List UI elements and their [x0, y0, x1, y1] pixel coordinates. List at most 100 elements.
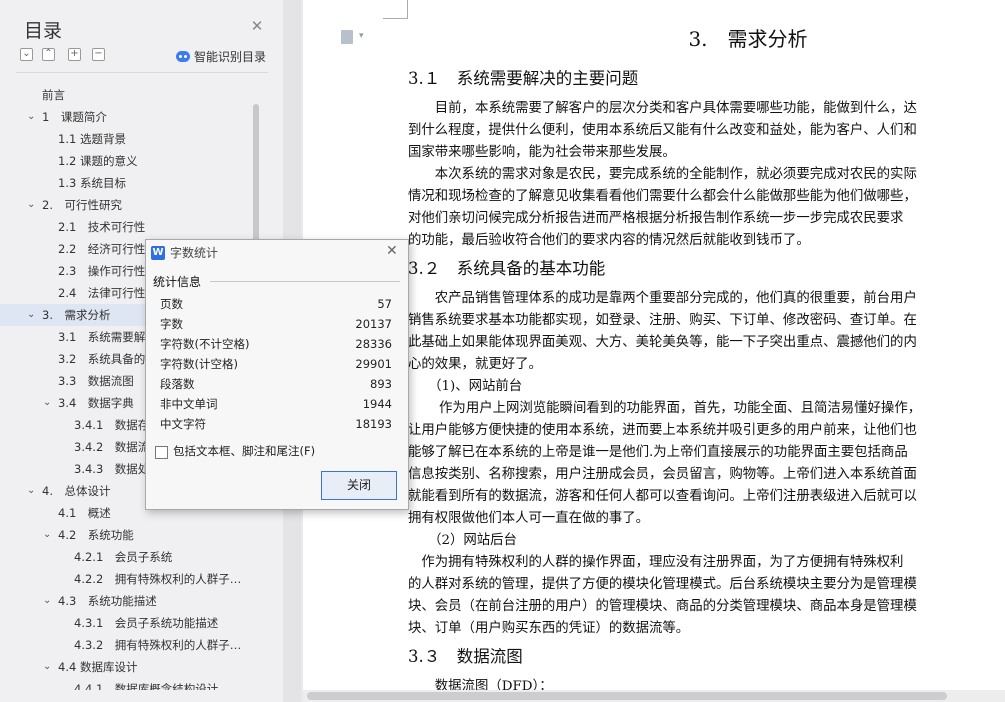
toc-item[interactable]: ⌄ 2. 可行性研究 [0, 194, 262, 216]
paragraph-line: 信息按类别、名称搜索，用户注册成会员，会员留言，购物等。上帝们进入本系统首面 [408, 467, 917, 482]
ai-icon [176, 51, 190, 62]
stat-label: 中文字符 [160, 417, 206, 431]
smart-recognize-label: 智能识别目录 [194, 50, 267, 64]
paragraph-line: 到什么程度，提供什么便利，使用本系统后又能有什么改变和益处，能为客户、人们和 [408, 123, 917, 138]
paragraph-line: 作为拥有特殊权利的人群的操作界面，理应没有注册界面，为了方便拥有特殊权利 [408, 555, 904, 570]
toc-item[interactable]: 2.1 技术可行性 [0, 216, 262, 238]
stat-value: 57 [377, 297, 392, 311]
toc-item-label: 前言 [42, 88, 65, 102]
toc-item-label: 2.4 法律可行性 [58, 286, 146, 300]
divider [210, 281, 400, 282]
toc-item[interactable]: ⌄ 4.2 系统功能 [0, 524, 262, 546]
paragraph-line: 拥有权限做他们本人可一直在做的事了。 [408, 511, 650, 526]
minus-icon: − [94, 48, 103, 59]
stat-value: 29901 [355, 357, 392, 371]
divider [16, 72, 268, 73]
paragraph-line: 本次系统的需求对象是农民，要完成系统的全能制作，就必须要完成对农民的实际 [408, 167, 917, 182]
toc-item-label: 1 课题简介 [42, 110, 107, 124]
toc-item-label: 3. 需求分析 [42, 308, 111, 322]
toc-item-label: 4.3 系统功能描述 [58, 594, 157, 608]
toc-item[interactable]: 4.2.1 会员子系统 [0, 546, 262, 568]
toc-item-label: 3.4.2 数据流 [74, 440, 150, 454]
toc-item-label: 3.3 数据流图 [58, 374, 134, 388]
paragraph-line: 让用户能够方便快捷的使用本系统，进而要上本系统并吸引更多的用户前来，让他们也 [408, 423, 917, 438]
paragraph-line: 销售系统要求基本功能都实现，如登录、注册、购买、下订单、修改密码、查订单。在 [408, 313, 917, 328]
toc-item[interactable]: ⌄ 4.3 系统功能描述 [0, 590, 262, 612]
stat-value: 893 [370, 377, 392, 391]
smart-recognize-toc-button[interactable]: 智能识别目录 [176, 48, 266, 65]
include-textbox-label[interactable]: 包括文本框、脚注和尾注(F) [173, 443, 315, 459]
add-heading-button[interactable]: + [68, 48, 81, 61]
word-count-dialog: W 字数统计 ✕ 统计信息 页数 57 字数 20137 字符数(不计空格) 28336 字… [145, 239, 409, 510]
stat-row: 页数 57 [160, 294, 392, 314]
paragraph-line: （2）网站后台 [408, 533, 517, 548]
paragraph-line: 块、会员（在前台注册的用户）的管理模块、商品的分类管理模块、商品本身是管理模 [408, 599, 917, 614]
paragraph-line: 此基础上如果能体现界面美观、大方、美轮美奂等，能一下子突出重点、震撼他们的内 [408, 335, 917, 350]
toc-item-label: 4. 总体设计 [42, 484, 111, 498]
horizontal-scrollbar[interactable] [303, 690, 1005, 702]
stat-value: 20137 [355, 317, 392, 331]
toc-item-label: 4.4 数据库设计 [58, 660, 138, 674]
stat-label: 非中文单词 [160, 397, 218, 411]
group-label: 统计信息 [153, 275, 202, 289]
chevron-down-icon[interactable]: ⌄ [27, 194, 37, 216]
expand-all-button[interactable]: ⌃ [42, 48, 55, 61]
stat-row: 段落数 893 [160, 374, 392, 394]
toc-item[interactable]: ⌄ 1 课题简介 [0, 106, 262, 128]
stat-row: 非中文单词 1944 [160, 394, 392, 414]
document-icon[interactable] [341, 30, 353, 44]
paragraph-line: 心的效果，就更好了。 [408, 357, 542, 372]
chevron-down-icon[interactable]: ⌄ [43, 590, 53, 612]
toc-item[interactable]: 1.2 课题的意义 [0, 150, 262, 172]
chevron-down-icon[interactable]: ⌄ [43, 656, 53, 678]
toc-item[interactable]: 4.3.2 拥有特殊权利的人群子… [0, 634, 262, 656]
section-heading: 3.３ 数据流图 [408, 647, 523, 666]
scrollbar-thumb[interactable] [307, 692, 947, 700]
toc-item-label: 2.2 经济可行性 [58, 242, 146, 256]
close-icon[interactable]: ✕ [386, 243, 398, 259]
paragraph-line: 情况和现场检查的了解意见收集看看他们需要什么都会什么能做那些能为他们做哪些， [408, 189, 917, 204]
stat-value: 1944 [362, 397, 392, 411]
toc-item[interactable]: 4.4.1 数据库概念结构设计 [0, 678, 262, 690]
toc-item-label: 4.3.2 拥有特殊权利的人群子… [74, 638, 242, 652]
toc-item-label: 2.1 技术可行性 [58, 220, 146, 234]
chevron-down-icon[interactable]: ⌄ [43, 392, 53, 414]
dialog-title-bar[interactable]: W 字数统计 ✕ [146, 240, 408, 266]
collapse-all-button[interactable]: ⌄ [20, 48, 33, 61]
stat-row: 字符数(计空格) 29901 [160, 354, 392, 374]
chevron-down-icon[interactable]: ⌄ [43, 524, 53, 546]
chevron-down-icon[interactable]: ⌄ [27, 480, 37, 502]
toc-item[interactable]: 4.2.2 拥有特殊权利的人群子… [0, 568, 262, 590]
document-body[interactable]: 3. 需求分析 3.１ 系统需要解决的主要问题 目前，本系统需要了解客户的层次分… [408, 24, 1005, 690]
stat-label: 字符数(不计空格) [160, 337, 250, 351]
toc-item-label: 1.2 课题的意义 [58, 154, 138, 168]
close-button[interactable]: 关闭 [321, 471, 397, 500]
toc-item[interactable]: 1.3 系统目标 [0, 172, 262, 194]
section-heading: 3.１ 系统需要解决的主要问题 [408, 69, 639, 88]
remove-heading-button[interactable]: − [92, 48, 105, 61]
close-icon[interactable]: ✕ [250, 19, 264, 34]
dialog-title: 字数统计 [170, 246, 219, 260]
stat-row: 中文字符 18193 [160, 414, 392, 434]
stat-row: 字符数(不计空格) 28336 [160, 334, 392, 354]
toc-item[interactable]: 前言 [0, 86, 262, 106]
toc-item-label: 4.2.2 拥有特殊权利的人群子… [74, 572, 242, 586]
chevron-down-icon[interactable]: ▾ [359, 31, 364, 41]
chevron-down-icon[interactable]: ⌄ [27, 106, 37, 128]
toc-item[interactable]: 1.1 选题背景 [0, 128, 262, 150]
chevron-up-icon: ⌃ [44, 48, 53, 59]
paragraph-line: 数据流图（DFD）： [408, 679, 553, 690]
toc-item[interactable]: ⌄ 4.4 数据库设计 [0, 656, 262, 678]
toc-item-label: 2.3 操作可行性 [58, 264, 146, 278]
paragraph-line: 对他们亲切问候完成分析报告进而严格根据分析报告制作系统一步一步完成农民要求 [408, 211, 904, 226]
include-textbox-checkbox[interactable] [155, 446, 168, 459]
stat-label: 页数 [160, 297, 183, 311]
stat-value: 18193 [355, 417, 392, 431]
paragraph-line: 国家带来哪些影响，能为社会带来那些发展。 [408, 145, 676, 160]
paragraph-line: 农产品销售管理体系的成功是靠两个重要部分完成的，他们真的很重要，前台用户 [408, 291, 917, 306]
toc-item[interactable]: 4.3.1 会员子系统功能描述 [0, 612, 262, 634]
toc-item-label: 4.4.1 数据库概念结构设计 [74, 682, 219, 690]
paragraph-line: 作为用户上网浏览能瞬间看到的功能界面，首先，功能全面、且简洁易懂好操作， [408, 401, 922, 416]
chevron-down-icon[interactable]: ⌄ [27, 304, 37, 326]
paragraph-line: 就能看到所有的数据流，游客和任何人都可以查看询问。上帝们注册表级进入后就可以 [408, 489, 917, 504]
